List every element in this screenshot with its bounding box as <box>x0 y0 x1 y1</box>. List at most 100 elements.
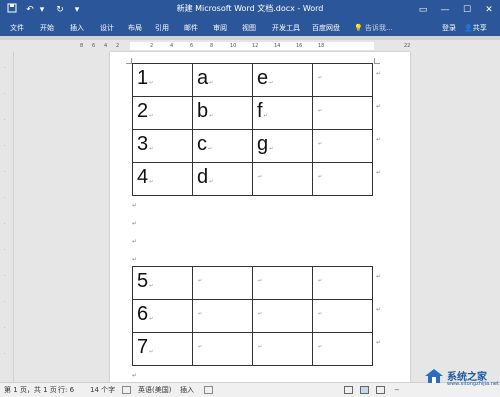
table-row: 1↵ a↵ e↵ ↵ <box>132 63 373 97</box>
table-cell[interactable]: ↵ <box>252 299 313 333</box>
tab-mailings[interactable]: 邮件 <box>184 23 198 34</box>
ruler-tick: 16 <box>296 43 303 49</box>
table-cell[interactable]: ↵ <box>192 266 253 300</box>
cell-text: d <box>197 165 209 188</box>
customize-icon[interactable]: ▾ <box>72 3 82 17</box>
table-cell[interactable]: d↵ <box>192 162 253 196</box>
table-row: 4↵ d↵ ↵ ↵ <box>132 162 373 196</box>
table-cell[interactable]: 5↵ <box>132 266 193 300</box>
table-cell[interactable]: ↵ <box>312 129 373 163</box>
read-mode-icon[interactable] <box>344 386 353 394</box>
table-cell[interactable]: e↵ <box>252 63 313 97</box>
save-icon[interactable] <box>6 3 18 17</box>
ruler-mark: · <box>4 273 6 278</box>
share-button[interactable]: 👤共享 <box>464 23 487 34</box>
table-cell[interactable]: ↵ <box>312 332 373 366</box>
ruler-mark: · <box>4 351 6 356</box>
table-cell[interactable]: ↵ <box>312 299 373 333</box>
table-cell[interactable]: ↵ <box>312 162 373 196</box>
insert-mode[interactable]: 插入 <box>180 386 194 395</box>
tab-developer[interactable]: 开发工具 <box>272 23 300 34</box>
tab-review[interactable]: 审阅 <box>213 23 227 34</box>
table-2[interactable]: 5↵ ↵ ↵ ↵ 6↵ ↵ ↵ ↵ 7↵ ↵ ↵ ↵ <box>132 266 373 366</box>
table-cell[interactable]: 7↵ <box>132 332 193 366</box>
cell-mark: ↵ <box>198 311 203 317</box>
minimize-icon[interactable]: — <box>434 0 456 20</box>
ruler-mark: · <box>4 65 6 70</box>
house-logo-icon <box>425 369 443 383</box>
horizontal-ruler[interactable]: 8 6 4 2 2 4 6 8 10 12 14 16 18 22 <box>66 40 434 52</box>
cell-text: 7 <box>137 335 149 358</box>
table-1[interactable]: 1↵ a↵ e↵ ↵ 2↵ b↵ f↵ ↵ 3↵ c↵ g↵ ↵ 4↵ d↵ ↵ <box>132 63 373 196</box>
row-end-mark: ↵ <box>376 70 382 77</box>
login-button[interactable]: 登录 <box>442 23 456 34</box>
vertical-ruler[interactable]: · · · · · · · · · · · · <box>0 52 14 382</box>
table-row: 3↵ c↵ g↵ ↵ <box>132 129 373 163</box>
cell-text: c <box>197 132 207 155</box>
table-cell[interactable]: ↵ <box>192 332 253 366</box>
tell-me-label: 告诉我... <box>364 24 393 32</box>
cell-mark: ↵ <box>258 278 263 284</box>
watermark-logo: 系统之家 www.xitongzhijia.net <box>420 364 500 394</box>
ruler-mark: · <box>4 117 6 122</box>
web-layout-icon[interactable] <box>376 386 385 394</box>
language-indicator[interactable]: 英语(美国) <box>138 386 171 395</box>
undo-icon[interactable]: ↶ <box>24 3 36 17</box>
table-cell[interactable]: 3↵ <box>132 129 193 163</box>
tab-file[interactable]: 文件 <box>10 23 24 34</box>
table-cell[interactable]: ↵ <box>312 63 373 97</box>
cell-text: f <box>257 99 263 122</box>
tell-me-search[interactable]: 💡 告诉我... <box>354 23 393 34</box>
tab-design[interactable]: 设计 <box>100 23 114 34</box>
cell-mark: ↵ <box>149 145 154 152</box>
maximize-icon[interactable]: ☐ <box>456 0 478 20</box>
ribbon-display-icon[interactable]: ▭ <box>412 0 434 20</box>
table-cell[interactable]: b↵ <box>192 96 253 130</box>
cell-mark: ↵ <box>149 79 154 86</box>
cell-mark: ↵ <box>208 145 213 152</box>
paragraph-mark: ↵ <box>132 202 138 209</box>
cell-text: 6 <box>137 302 149 325</box>
table-row: 7↵ ↵ ↵ ↵ <box>132 332 373 366</box>
table-cell[interactable]: ↵ <box>252 266 313 300</box>
table-cell[interactable]: 6↵ <box>132 299 193 333</box>
tab-layout[interactable]: 布局 <box>128 23 142 34</box>
ruler-mark: · <box>4 299 6 304</box>
watermark-url: www.xitongzhijia.net <box>447 381 499 387</box>
document-page[interactable]: 1↵ a↵ e↵ ↵ 2↵ b↵ f↵ ↵ 3↵ c↵ g↵ ↵ 4↵ d↵ ↵ <box>110 52 410 382</box>
table-cell[interactable]: f↵ <box>252 96 313 130</box>
undo-dropdown-icon[interactable]: ▾ <box>38 3 46 17</box>
print-layout-icon[interactable] <box>360 386 369 394</box>
cell-mark: ↵ <box>318 141 323 147</box>
table-cell[interactable]: ↵ <box>192 299 253 333</box>
ruler-tick: 6 <box>92 43 96 49</box>
ruler-tick: 22 <box>404 43 411 49</box>
table-cell[interactable]: ↵ <box>312 266 373 300</box>
line-number[interactable]: 行: 6 <box>58 386 74 395</box>
tab-view[interactable]: 视图 <box>242 23 256 34</box>
table-cell[interactable]: 1↵ <box>132 63 193 97</box>
cell-mark: ↵ <box>209 79 214 86</box>
table-cell[interactable]: 2↵ <box>132 96 193 130</box>
zoom-out-icon[interactable]: − <box>394 386 400 395</box>
close-icon[interactable]: ✕ <box>478 0 500 20</box>
table-cell[interactable]: g↵ <box>252 129 313 163</box>
table-cell[interactable]: c↵ <box>192 129 253 163</box>
word-count[interactable]: 14 个字 <box>90 386 115 395</box>
table-cell[interactable]: 4↵ <box>132 162 193 196</box>
tab-insert[interactable]: 插入 <box>70 23 84 34</box>
table-cell[interactable]: ↵ <box>312 96 373 130</box>
proofing-icon[interactable] <box>122 386 131 394</box>
table-cell[interactable]: a↵ <box>192 63 253 97</box>
page-count[interactable]: 第 1 页，共 1 页 <box>4 386 57 395</box>
table-cell[interactable]: ↵ <box>252 332 313 366</box>
redo-icon[interactable]: ↻ <box>54 3 66 17</box>
tab-baidu-netdisk[interactable]: 百度网盘 <box>312 23 340 34</box>
lightbulb-icon: 💡 <box>354 24 363 32</box>
macro-record-icon[interactable] <box>204 386 213 394</box>
cell-mark: ↵ <box>149 178 154 185</box>
table-cell[interactable]: ↵ <box>252 162 313 196</box>
paragraph-mark: ↵ <box>132 220 138 227</box>
tab-home[interactable]: 开始 <box>40 23 54 34</box>
tab-references[interactable]: 引用 <box>155 23 169 34</box>
